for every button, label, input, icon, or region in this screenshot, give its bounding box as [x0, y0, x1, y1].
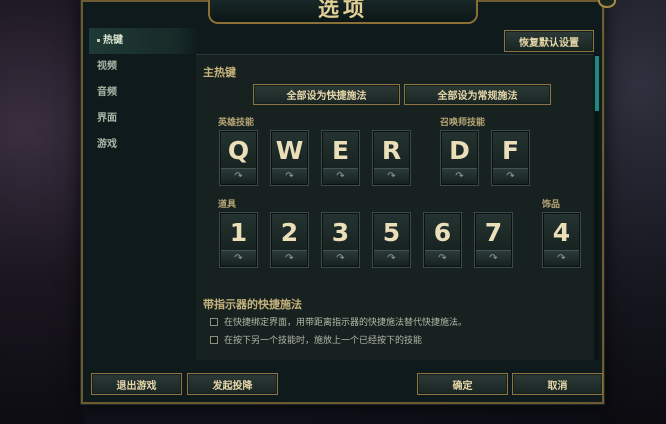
key-label: W [275, 136, 304, 165]
sidebar: 热键 视频 音频 界面 游戏 [89, 28, 199, 358]
trinket-label: 饰品 [542, 200, 561, 210]
window-title: 选项 [318, 0, 368, 21]
hotkey-item-1[interactable]: 1 ↷ [219, 212, 258, 268]
background-right [602, 0, 666, 424]
hotkey-w[interactable]: W ↷ [270, 130, 309, 186]
cancel-button[interactable]: 取消 [512, 373, 603, 395]
key-label: 5 [382, 218, 401, 247]
hotkey-q[interactable]: Q ↷ [219, 130, 258, 186]
hotkey-r[interactable]: R ↷ [372, 130, 411, 186]
sidebar-item-audio[interactable]: 音频 [89, 80, 199, 106]
quick-cast-toggle-icon[interactable]: ↷ [374, 250, 409, 266]
key-label: 3 [331, 218, 350, 247]
hotkey-f[interactable]: F ↷ [491, 130, 530, 186]
key-label: 2 [280, 218, 299, 247]
quick-cast-toggle-icon[interactable]: ↷ [425, 250, 460, 266]
hotkey-item-3[interactable]: 3 ↷ [321, 212, 360, 268]
scrollbar-thumb[interactable] [595, 56, 599, 111]
title-plate: 选项 [208, 0, 478, 24]
checkbox[interactable] [210, 317, 218, 326]
key-label: 7 [484, 218, 503, 247]
indicator-option-2-label: 在按下另一个技能时，施放上一个已经按下的技能 [224, 336, 423, 346]
exit-game-button[interactable]: 退出游戏 [91, 373, 182, 395]
indicator-option-1[interactable]: 在快捷绑定界面，用带距离指示器的快捷施法替代快捷施法。 [210, 315, 467, 328]
quick-cast-toggle-icon[interactable]: ↷ [221, 250, 256, 266]
scrollbar[interactable] [595, 54, 599, 360]
hotkey-item-2[interactable]: 2 ↷ [270, 212, 309, 268]
key-label: 4 [552, 218, 571, 247]
background-left [0, 0, 84, 424]
key-label: D [449, 136, 470, 165]
indicator-option-1-label: 在快捷绑定界面，用带距离指示器的快捷施法替代快捷施法。 [224, 318, 468, 328]
quick-cast-toggle-icon[interactable]: ↷ [442, 168, 477, 184]
hotkey-item-6[interactable]: 6 ↷ [423, 212, 462, 268]
quick-cast-toggle-icon[interactable]: ↷ [544, 250, 579, 266]
section-title-indicator-quick-cast: 带指示器的快捷施法 [203, 298, 302, 311]
quick-cast-toggle-icon[interactable]: ↷ [323, 250, 358, 266]
summoner-spells-label: 召唤师技能 [440, 118, 486, 128]
key-label: R [381, 136, 402, 165]
items-label: 道具 [218, 200, 237, 210]
quick-cast-toggle-icon[interactable]: ↷ [323, 168, 358, 184]
section-title-main-hotkeys: 主热键 [203, 66, 236, 79]
key-label: 1 [229, 218, 248, 247]
sidebar-item-game[interactable]: 游戏 [89, 132, 199, 158]
quick-cast-toggle-icon[interactable]: ↷ [272, 250, 307, 266]
champion-abilities-label: 英雄技能 [218, 118, 255, 128]
hotkey-item-5[interactable]: 5 ↷ [372, 212, 411, 268]
set-all-normal-cast-button[interactable]: 全部设为常规施法 [404, 84, 551, 105]
hotkey-e[interactable]: E ↷ [321, 130, 360, 186]
quick-cast-toggle-icon[interactable]: ↷ [476, 250, 511, 266]
hotkey-d[interactable]: D ↷ [440, 130, 479, 186]
checkbox[interactable] [210, 335, 218, 344]
indicator-option-2[interactable]: 在按下另一个技能时，施放上一个已经按下的技能 [210, 333, 422, 346]
key-label: Q [227, 136, 250, 165]
key-label: E [331, 136, 350, 165]
surrender-button[interactable]: 发起投降 [187, 373, 278, 395]
sidebar-item-interface[interactable]: 界面 [89, 106, 199, 132]
footer-bar: 退出游戏 发起投降 确定 取消 [83, 364, 603, 402]
ok-button[interactable]: 确定 [417, 373, 508, 395]
key-label: 6 [433, 218, 452, 247]
reset-defaults-button[interactable]: 恢复默认设置 [504, 30, 594, 52]
quick-cast-toggle-icon[interactable]: ↷ [221, 168, 256, 184]
quick-cast-toggle-icon[interactable]: ↷ [272, 168, 307, 184]
sidebar-item-hotkeys[interactable]: 热键 [89, 28, 199, 54]
key-label: F [501, 136, 520, 165]
quick-cast-toggle-icon[interactable]: ↷ [374, 168, 409, 184]
sidebar-item-video[interactable]: 视频 [89, 54, 199, 80]
quick-cast-toggle-icon[interactable]: ↷ [493, 168, 528, 184]
hotkey-trinket-4[interactable]: 4 ↷ [542, 212, 581, 268]
hotkey-item-7[interactable]: 7 ↷ [474, 212, 513, 268]
options-window: 选项 热键 视频 音频 界面 游戏 恢复默认设置 主热键 全部设为快捷施法 全部… [81, 0, 616, 404]
set-all-quick-cast-button[interactable]: 全部设为快捷施法 [253, 84, 400, 105]
